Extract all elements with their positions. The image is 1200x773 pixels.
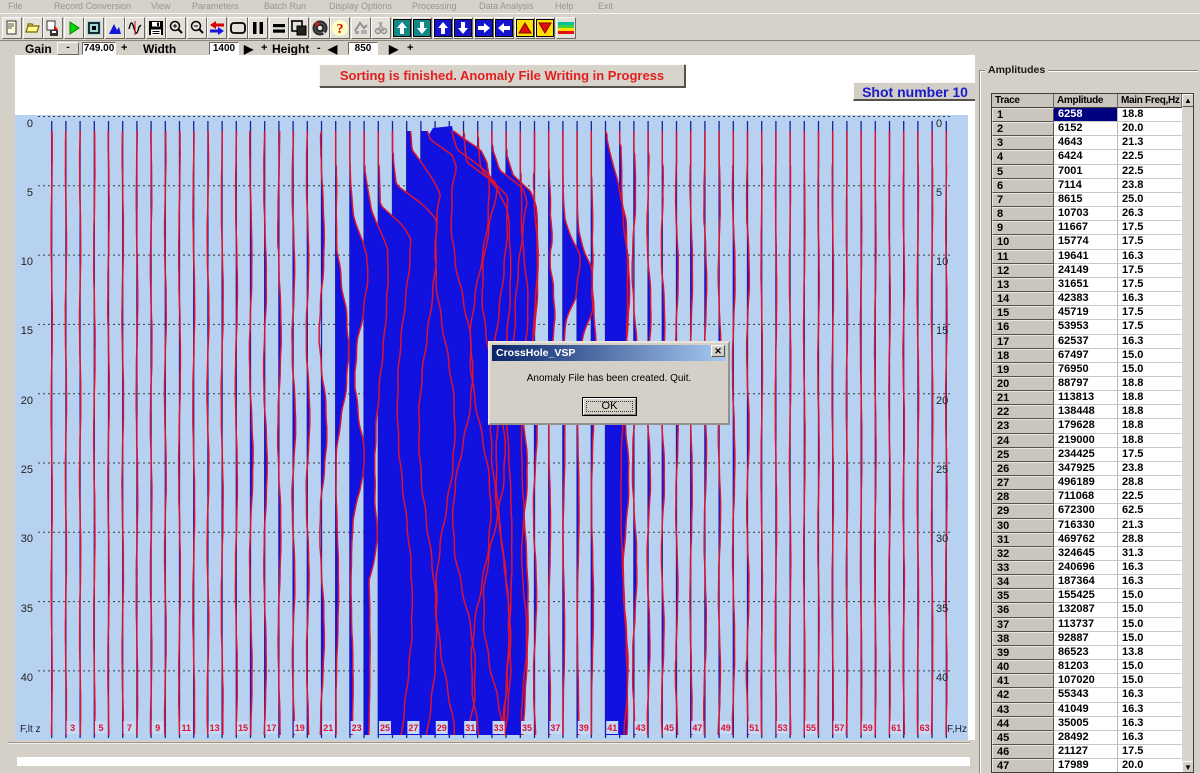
- svg-text:25: 25: [21, 464, 33, 476]
- svg-text:25: 25: [380, 723, 390, 733]
- svg-text:19: 19: [295, 723, 305, 733]
- svg-text:20: 20: [21, 395, 33, 407]
- svg-text:F,Hz: F,Hz: [947, 724, 967, 735]
- svg-text:53: 53: [778, 723, 788, 733]
- svg-text:?: ?: [337, 22, 344, 37]
- svg-text:15: 15: [936, 325, 948, 337]
- svg-text:5: 5: [936, 187, 942, 199]
- svg-text:35: 35: [936, 603, 948, 615]
- svg-text:23: 23: [352, 723, 362, 733]
- svg-text:F,lt z: F,lt z: [20, 724, 41, 735]
- svg-text:55: 55: [806, 723, 816, 733]
- svg-text:59: 59: [863, 723, 873, 733]
- svg-text:63: 63: [920, 723, 930, 733]
- svg-text:40: 40: [21, 672, 33, 684]
- svg-text:5: 5: [27, 187, 33, 199]
- svg-text:10: 10: [21, 256, 33, 268]
- svg-text:35: 35: [522, 723, 532, 733]
- svg-text:41: 41: [607, 723, 617, 733]
- svg-text:57: 57: [834, 723, 844, 733]
- svg-text:20: 20: [936, 395, 948, 407]
- svg-text:0: 0: [936, 118, 942, 130]
- svg-text:40: 40: [936, 672, 948, 684]
- svg-text:17: 17: [266, 723, 276, 733]
- svg-text:9: 9: [155, 723, 160, 733]
- svg-text:13: 13: [210, 723, 220, 733]
- svg-text:47: 47: [692, 723, 702, 733]
- svg-text:15: 15: [21, 325, 33, 337]
- svg-text:39: 39: [579, 723, 589, 733]
- svg-text:7: 7: [127, 723, 132, 733]
- svg-text:43: 43: [636, 723, 646, 733]
- svg-text:49: 49: [721, 723, 731, 733]
- svg-text:5: 5: [98, 723, 103, 733]
- svg-text:30: 30: [21, 533, 33, 545]
- svg-text:29: 29: [437, 723, 447, 733]
- svg-text:37: 37: [550, 723, 560, 733]
- svg-text:21: 21: [323, 723, 333, 733]
- svg-text:30: 30: [936, 533, 948, 545]
- svg-text:35: 35: [21, 603, 33, 615]
- svg-text:25: 25: [936, 464, 948, 476]
- svg-text:31: 31: [465, 723, 475, 733]
- svg-text:51: 51: [749, 723, 759, 733]
- svg-text:33: 33: [494, 723, 504, 733]
- svg-text:0: 0: [27, 118, 33, 130]
- svg-text:3: 3: [70, 723, 75, 733]
- svg-text:11: 11: [181, 723, 191, 733]
- svg-text:15: 15: [238, 723, 248, 733]
- svg-text:61: 61: [891, 723, 901, 733]
- svg-text:45: 45: [664, 723, 674, 733]
- svg-text:10: 10: [936, 256, 948, 268]
- svg-text:27: 27: [408, 723, 418, 733]
